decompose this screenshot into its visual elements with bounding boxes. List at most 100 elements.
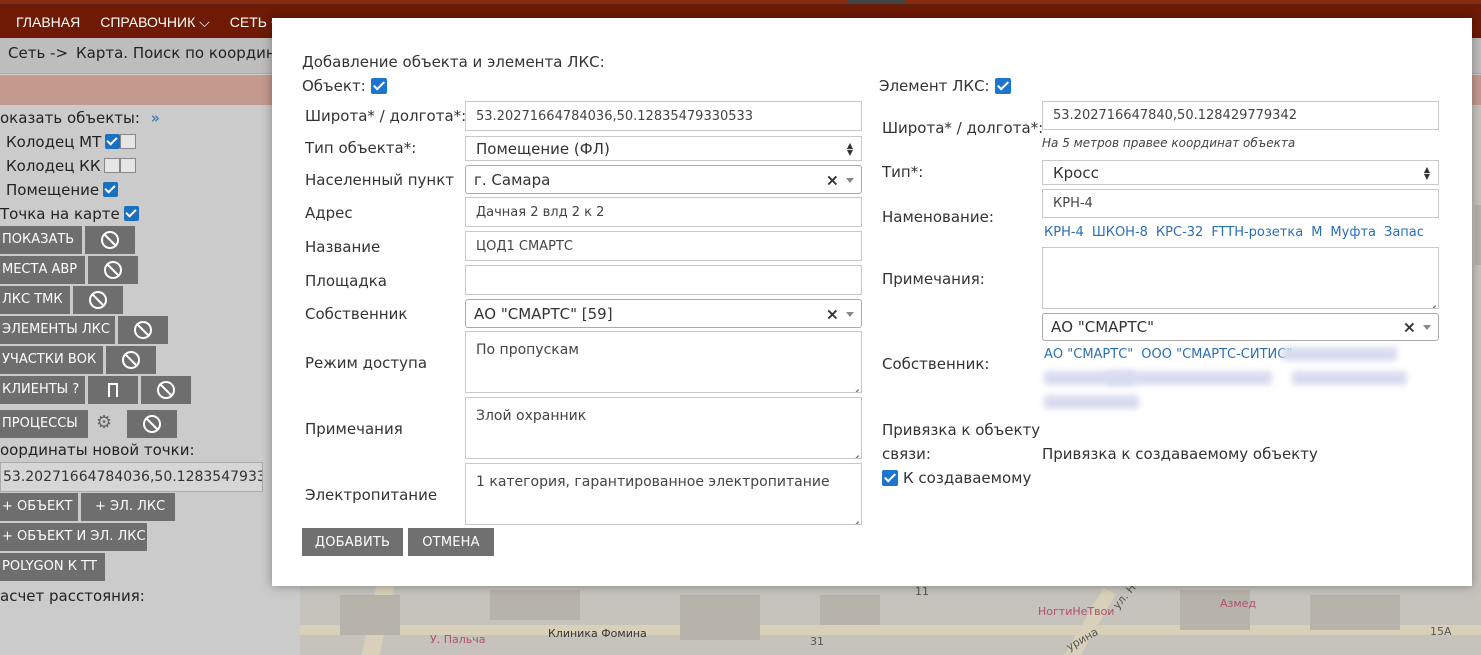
add-object-and-element-button[interactable]: + ОБЪЕКТ И ЭЛ. ЛКС bbox=[0, 523, 147, 551]
left-panel: оказать объекты: » Колодец МТ Колодец КК… bbox=[0, 105, 300, 655]
new-point-input[interactable]: 53.20271664784036,50.12835479330533 bbox=[0, 462, 263, 492]
map-label: 31 bbox=[810, 635, 824, 648]
chevron-down-icon[interactable] bbox=[846, 177, 854, 183]
hide-button[interactable] bbox=[106, 346, 156, 374]
clear-icon[interactable]: × bbox=[826, 304, 839, 323]
object-notes-textarea[interactable]: Злой охранник bbox=[465, 397, 862, 459]
avr-places-button[interactable]: МЕСТА АВР bbox=[0, 256, 85, 284]
polygon-button[interactable]: POLYGON К ТТ bbox=[0, 553, 105, 581]
element-name-label: Наменование: bbox=[882, 208, 994, 226]
suggestion-link[interactable]: ООО "СМАРТС-СИТИС" bbox=[1141, 347, 1292, 362]
add-object-button[interactable]: + ОБЪЕКТ bbox=[0, 493, 78, 521]
binding-label: Привязка к объекту bbox=[882, 421, 1041, 439]
toggle-icon[interactable] bbox=[104, 158, 121, 173]
site-input[interactable] bbox=[465, 265, 862, 295]
ban-icon bbox=[104, 261, 122, 279]
suggestion-link[interactable]: Муфта bbox=[1330, 225, 1376, 240]
layer-map-point[interactable]: Точка на карте bbox=[0, 205, 139, 223]
toggle-icon[interactable] bbox=[120, 134, 137, 149]
element-name-suggestions: КРН-4 ШКОН-8 КРС-32 FTTH-розетка М Муфта… bbox=[1044, 225, 1432, 240]
hide-button[interactable] bbox=[141, 376, 191, 404]
toggle-icon[interactable] bbox=[120, 158, 137, 173]
suggestion-link[interactable]: М bbox=[1311, 225, 1322, 240]
suggestion-link[interactable]: FTTH-розетка bbox=[1211, 225, 1303, 240]
element-type-label: Тип*: bbox=[882, 163, 924, 181]
hide-button[interactable] bbox=[118, 316, 168, 344]
city-select[interactable]: г. Самара × bbox=[465, 165, 862, 194]
resize-grip-icon[interactable] bbox=[1428, 298, 1436, 306]
resize-grip-icon[interactable] bbox=[851, 382, 859, 390]
cancel-button[interactable]: ОТМЕНА bbox=[408, 528, 494, 556]
dialog-title: Добавление объекта и элемента ЛКС: bbox=[302, 53, 605, 71]
redacted-text bbox=[1107, 371, 1272, 385]
element-name-input[interactable]: КРН-4 bbox=[1042, 189, 1439, 218]
suggestion-link[interactable]: ШКОН-8 bbox=[1092, 225, 1148, 240]
lks-elements-button[interactable]: ЭЛЕМЕНТЫ ЛКС bbox=[0, 316, 115, 344]
access-mode-label: Режим доступа bbox=[305, 354, 428, 372]
resize-grip-icon[interactable] bbox=[851, 448, 859, 456]
element-section-header: Элемент ЛКС: bbox=[879, 77, 1011, 95]
breadcrumb-network[interactable]: Сеть -> bbox=[8, 44, 68, 62]
nav-item-home[interactable]: ГЛАВНАЯ bbox=[16, 14, 80, 31]
show-objects-label: оказать объекты: » bbox=[0, 109, 160, 127]
checkbox-icon[interactable] bbox=[103, 182, 119, 197]
element-notes-textarea[interactable] bbox=[1042, 247, 1439, 309]
hide-button[interactable] bbox=[85, 226, 135, 254]
ban-icon bbox=[157, 381, 175, 399]
object-checkbox[interactable] bbox=[370, 78, 387, 94]
access-mode-value: По пропускам bbox=[476, 342, 579, 358]
object-notes-label: Примечания bbox=[305, 420, 403, 438]
address-input[interactable]: Дачная 2 влд 2 к 2 bbox=[465, 197, 862, 227]
access-mode-textarea[interactable]: По пропускам bbox=[465, 331, 862, 393]
clear-icon[interactable]: × bbox=[826, 170, 839, 189]
power-label: Электропитание bbox=[305, 486, 438, 504]
layer-well-mt[interactable]: Колодец МТ bbox=[0, 133, 137, 151]
power-value: 1 категория, гарантированное электропита… bbox=[476, 474, 830, 490]
expand-icon[interactable]: » bbox=[151, 109, 160, 127]
vok-sections-button[interactable]: УЧАСТКИ ВОК bbox=[0, 346, 103, 374]
element-type-select[interactable]: Кросс ▲ ▼ bbox=[1042, 160, 1439, 185]
to-created-checkbox[interactable] bbox=[882, 470, 898, 486]
lks-tmk-button[interactable]: ЛКС ТМК bbox=[0, 286, 70, 314]
layer-room[interactable]: Помещение bbox=[0, 181, 119, 199]
resize-grip-icon[interactable] bbox=[851, 514, 859, 522]
processes-button[interactable]: ПРОЦЕССЫ bbox=[0, 410, 88, 438]
add-lks-element-button[interactable]: + ЭЛ. ЛКС bbox=[81, 493, 175, 521]
owner-label: Собственник bbox=[305, 305, 408, 323]
binding-value: Привязка к создаваемому объекту bbox=[1042, 445, 1318, 463]
gear-icon[interactable]: ⚙ bbox=[96, 412, 112, 433]
owner-select[interactable]: АО "СМАРТС" [59] × bbox=[465, 299, 862, 328]
chevron-down-icon[interactable] bbox=[1423, 325, 1431, 330]
suggestion-link[interactable]: АО "СМАРТС" bbox=[1044, 347, 1133, 362]
add-button[interactable]: ДОБАВИТЬ bbox=[302, 528, 403, 556]
element-owner-select[interactable]: АО "СМАРТС" × bbox=[1042, 313, 1439, 341]
checkbox-icon[interactable] bbox=[123, 206, 139, 221]
hide-button[interactable] bbox=[88, 256, 138, 284]
element-coords-input[interactable]: 53.202716647840,50.128429779342 bbox=[1042, 101, 1439, 130]
show-button[interactable]: ПОКАЗАТЬ bbox=[0, 226, 82, 254]
element-owner-value: АО "СМАРТС" bbox=[1051, 318, 1154, 336]
power-textarea[interactable]: 1 категория, гарантированное электропита… bbox=[465, 463, 862, 525]
layer-well-kk[interactable]: Колодец КК bbox=[0, 157, 137, 175]
nav-item-directory[interactable]: СПРАВОЧНИК ⌵ bbox=[100, 14, 210, 31]
suggestion-link[interactable]: Запас bbox=[1384, 225, 1424, 240]
element-checkbox[interactable] bbox=[994, 78, 1011, 94]
clients-button[interactable]: КЛИЕНТЫ ? bbox=[0, 376, 85, 404]
bookmark-button[interactable] bbox=[88, 376, 138, 404]
new-point-label: оординаты новой точки: bbox=[0, 441, 195, 459]
hide-button[interactable] bbox=[127, 410, 177, 438]
object-type-label: Тип объекта*: bbox=[305, 139, 417, 157]
chevron-down-icon[interactable] bbox=[846, 311, 854, 317]
name-input[interactable]: ЦОД1 СМАРТС bbox=[465, 231, 862, 261]
redacted-text bbox=[1282, 347, 1397, 361]
suggestion-link[interactable]: КРС-32 bbox=[1156, 225, 1203, 240]
ban-icon bbox=[89, 291, 107, 309]
clear-icon[interactable]: × bbox=[1403, 318, 1416, 337]
hide-button[interactable] bbox=[73, 286, 123, 314]
checkbox-icon[interactable] bbox=[105, 134, 121, 149]
object-type-select[interactable]: Помещение (ФЛ) ▲ ▼ bbox=[465, 136, 862, 161]
suggestion-link[interactable]: КРН-4 bbox=[1044, 225, 1084, 240]
to-created-option[interactable]: К создаваемому bbox=[878, 469, 1031, 487]
object-coords-input[interactable]: 53.20271664784036,50.12835479330533 bbox=[465, 101, 862, 131]
object-coords-label: Широта* / долгота*: bbox=[305, 107, 467, 125]
